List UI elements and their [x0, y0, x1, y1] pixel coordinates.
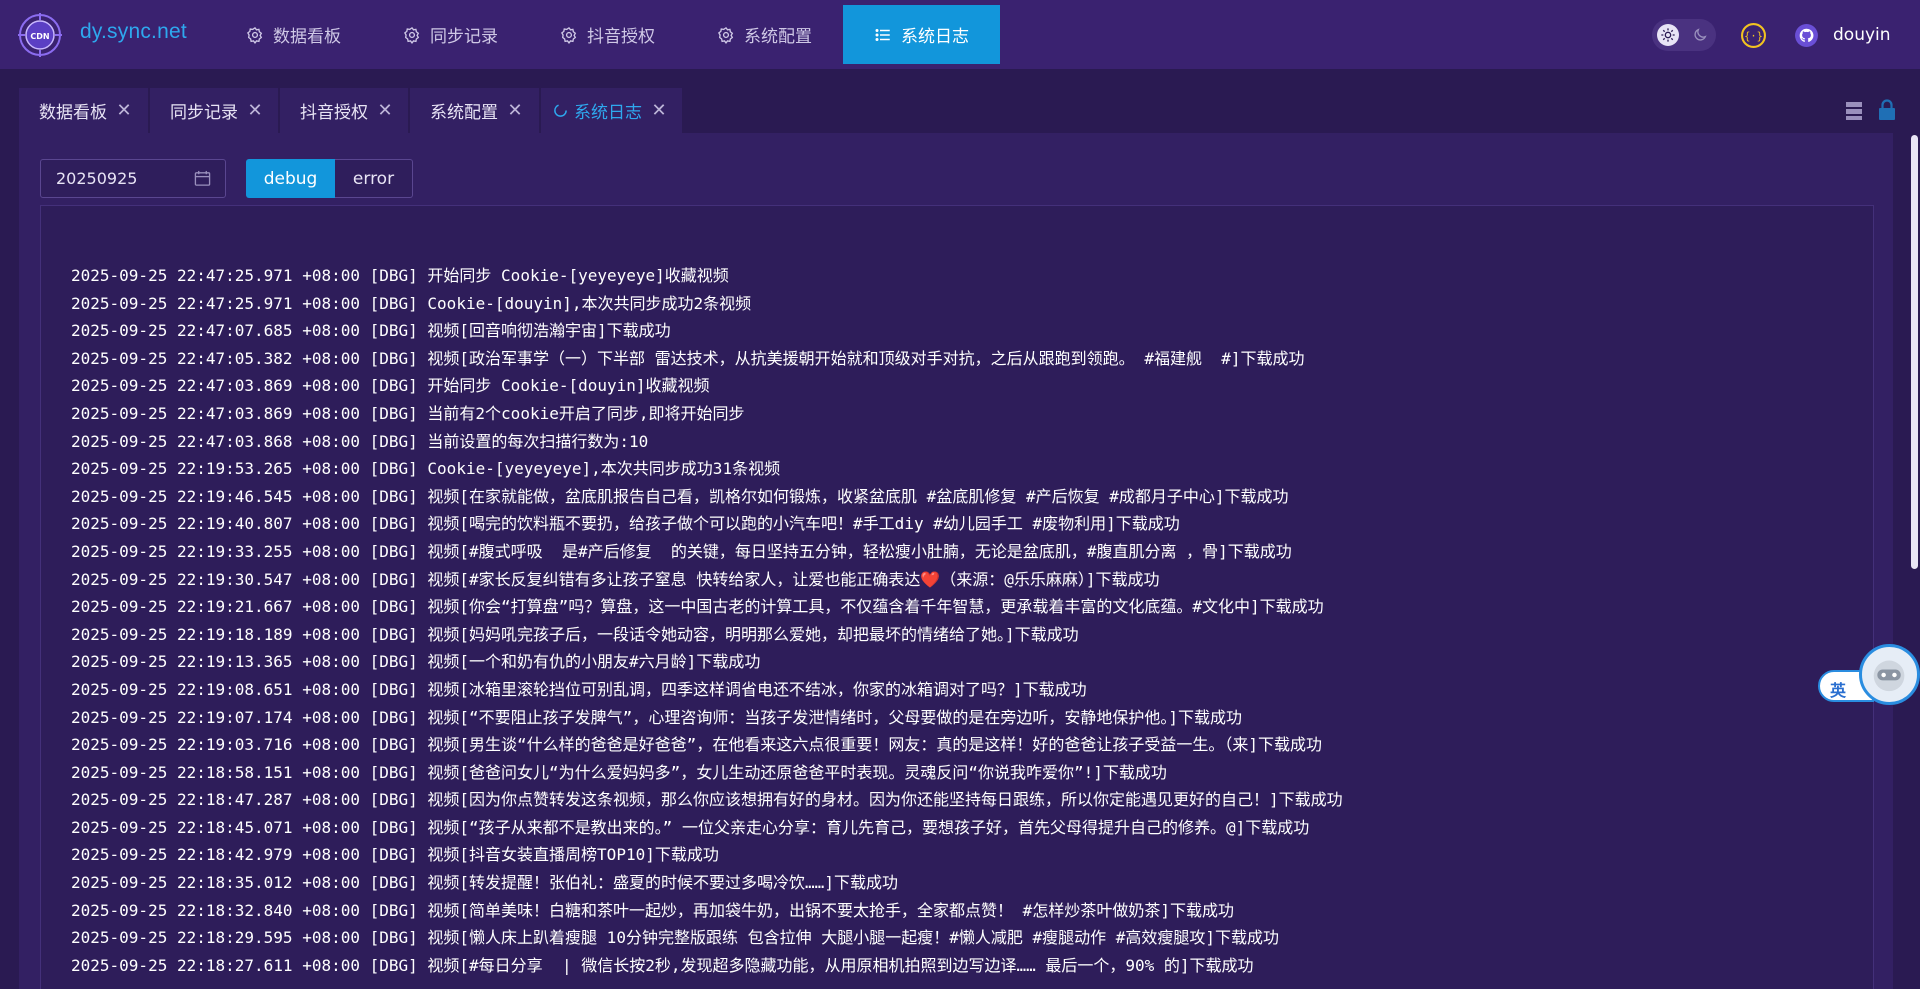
nav-label: 系统配置 [744, 27, 812, 47]
tab-label: 系统配置 [430, 103, 498, 123]
tab-dashboard[interactable]: 数据看板 ✕ [19, 88, 148, 133]
close-icon[interactable]: ✕ [116, 100, 132, 121]
tab-douyin-auth[interactable]: 抖音授权 ✕ [280, 88, 408, 133]
theme-toggle[interactable] [1652, 19, 1716, 51]
nav-label: 抖音授权 [587, 27, 655, 47]
log-line: 2025-09-25 22:19:07.174 +08:00 [DBG] 视频[… [71, 707, 1242, 727]
app-logo[interactable]: CDN [18, 13, 62, 57]
log-line: 2025-09-25 22:19:33.255 +08:00 [DBG] 视频[… [71, 541, 1292, 561]
svg-text:{·}: {·} [1744, 31, 1763, 43]
log-line: 2025-09-25 22:18:27.611 +08:00 [DBG] 视频[… [71, 955, 1254, 975]
close-icon[interactable]: ✕ [507, 100, 523, 121]
log-list: 2025-09-25 22:47:25.971 +08:00 [DBG] 开始同… [71, 262, 1343, 979]
tab-label: 数据看板 [39, 103, 107, 123]
log-line: 2025-09-25 22:47:25.971 +08:00 [DBG] 开始同… [71, 266, 729, 285]
close-icon[interactable]: ✕ [377, 100, 393, 121]
log-line: 2025-09-25 22:18:45.071 +08:00 [DBG] 视频[… [71, 817, 1310, 837]
nav-item-dashboard[interactable]: 数据看板 [215, 5, 372, 64]
nav-item-system-logs[interactable]: 系统日志 [843, 5, 1000, 64]
nav-label: 同步记录 [430, 27, 498, 47]
tab-label: 抖音授权 [300, 103, 368, 123]
tab-label: 同步记录 [170, 103, 238, 123]
log-line: 2025-09-25 22:18:58.151 +08:00 [DBG] 视频[… [71, 762, 1167, 782]
log-line: 2025-09-25 22:19:53.265 +08:00 [DBG] Coo… [71, 459, 781, 479]
log-line: 2025-09-25 22:18:42.979 +08:00 [DBG] 视频[… [71, 845, 719, 865]
gear-icon [560, 26, 577, 44]
log-line: 2025-09-25 22:19:21.667 +08:00 [DBG] 视频[… [71, 597, 1324, 617]
tab-menu-icon[interactable] [1845, 101, 1863, 121]
log-line: 2025-09-25 22:47:03.868 +08:00 [DBG] 当前设… [71, 431, 649, 451]
gear-icon [717, 26, 734, 44]
log-line: 2025-09-25 22:19:08.651 +08:00 [DBG] 视频[… [71, 679, 1087, 699]
log-line: 2025-09-25 22:47:03.869 +08:00 [DBG] 开始同… [71, 376, 710, 396]
tab-system-config[interactable]: 系统配置 ✕ [410, 88, 539, 133]
tab-bar: 数据看板 ✕ 同步记录 ✕ 抖音授权 ✕ 系统配置 ✕ 系统日志 ✕ [0, 88, 1920, 133]
log-line: 2025-09-25 22:19:18.189 +08:00 [DBG] 视频[… [71, 624, 1079, 644]
tab-sync-records[interactable]: 同步记录 ✕ [150, 88, 278, 133]
lock-icon[interactable] [1877, 99, 1897, 121]
gear-icon [403, 26, 420, 44]
brand-name[interactable]: dy.sync.net [80, 20, 187, 44]
moon-icon[interactable] [1689, 24, 1711, 46]
api-icon[interactable]: {·} [1741, 23, 1766, 48]
ime-mode-label[interactable]: 英 [1830, 677, 1846, 701]
nav-label: 数据看板 [273, 27, 341, 47]
top-navbar: CDN dy.sync.net 数据看板 同步记录 抖音授权 系统配置 系统日志 [0, 0, 1920, 69]
robot-assistant-icon[interactable] [1859, 644, 1920, 705]
log-line: 2025-09-25 22:19:46.545 +08:00 [DBG] 视频[… [71, 486, 1289, 506]
log-viewer[interactable]: 2025-09-25 22:47:25.971 +08:00 [DBG] 开始同… [40, 205, 1874, 989]
log-line: 2025-09-25 22:18:35.012 +08:00 [DBG] 视频[… [71, 873, 898, 893]
main-nav: 数据看板 同步记录 抖音授权 系统配置 系统日志 [215, 5, 1000, 64]
debug-button[interactable]: debug [246, 159, 335, 198]
calendar-icon[interactable] [194, 170, 211, 187]
tab-system-logs[interactable]: 系统日志 ✕ [541, 88, 682, 133]
log-level-toggle: debug error [246, 159, 413, 198]
log-line: 2025-09-25 22:47:25.971 +08:00 [DBG] Coo… [71, 293, 752, 313]
list-icon [875, 28, 890, 41]
nav-label: 系统日志 [901, 27, 969, 47]
close-icon[interactable]: ✕ [247, 100, 263, 121]
log-line: 2025-09-25 22:18:32.840 +08:00 [DBG] 视频[… [71, 900, 1234, 920]
log-line: 2025-09-25 22:18:47.287 +08:00 [DBG] 视频[… [71, 790, 1343, 810]
log-line: 2025-09-25 22:47:05.382 +08:00 [DBG] 视频[… [71, 348, 1305, 368]
log-line: 2025-09-25 22:19:03.716 +08:00 [DBG] 视频[… [71, 735, 1322, 755]
nav-item-douyin-auth[interactable]: 抖音授权 [529, 5, 686, 64]
log-line: 2025-09-25 22:19:13.365 +08:00 [DBG] 视频[… [71, 652, 761, 672]
github-avatar-icon[interactable] [1794, 23, 1819, 48]
logo-text: CDN [30, 32, 49, 41]
log-line: 2025-09-25 22:47:03.869 +08:00 [DBG] 当前有… [71, 403, 745, 423]
nav-item-system-config[interactable]: 系统配置 [686, 5, 843, 64]
sun-icon[interactable] [1657, 24, 1679, 46]
nav-item-sync-records[interactable]: 同步记录 [372, 5, 529, 64]
gear-icon [246, 26, 263, 44]
log-line: 2025-09-25 22:19:30.547 +08:00 [DBG] 视频[… [71, 569, 1160, 589]
loading-spinner-icon [554, 104, 567, 117]
error-button[interactable]: error [335, 159, 413, 198]
username[interactable]: douyin [1833, 25, 1891, 45]
log-line: 2025-09-25 22:47:07.685 +08:00 [DBG] 视频[… [71, 321, 671, 341]
tab-label: 系统日志 [574, 103, 642, 123]
page-scrollbar[interactable] [1911, 135, 1918, 569]
close-icon[interactable]: ✕ [651, 100, 667, 121]
date-picker[interactable]: 20250925 [40, 159, 226, 198]
log-line: 2025-09-25 22:18:29.595 +08:00 [DBG] 视频[… [71, 928, 1280, 948]
log-line: 2025-09-25 22:19:40.807 +08:00 [DBG] 视频[… [71, 514, 1180, 534]
date-value: 20250925 [56, 169, 138, 188]
